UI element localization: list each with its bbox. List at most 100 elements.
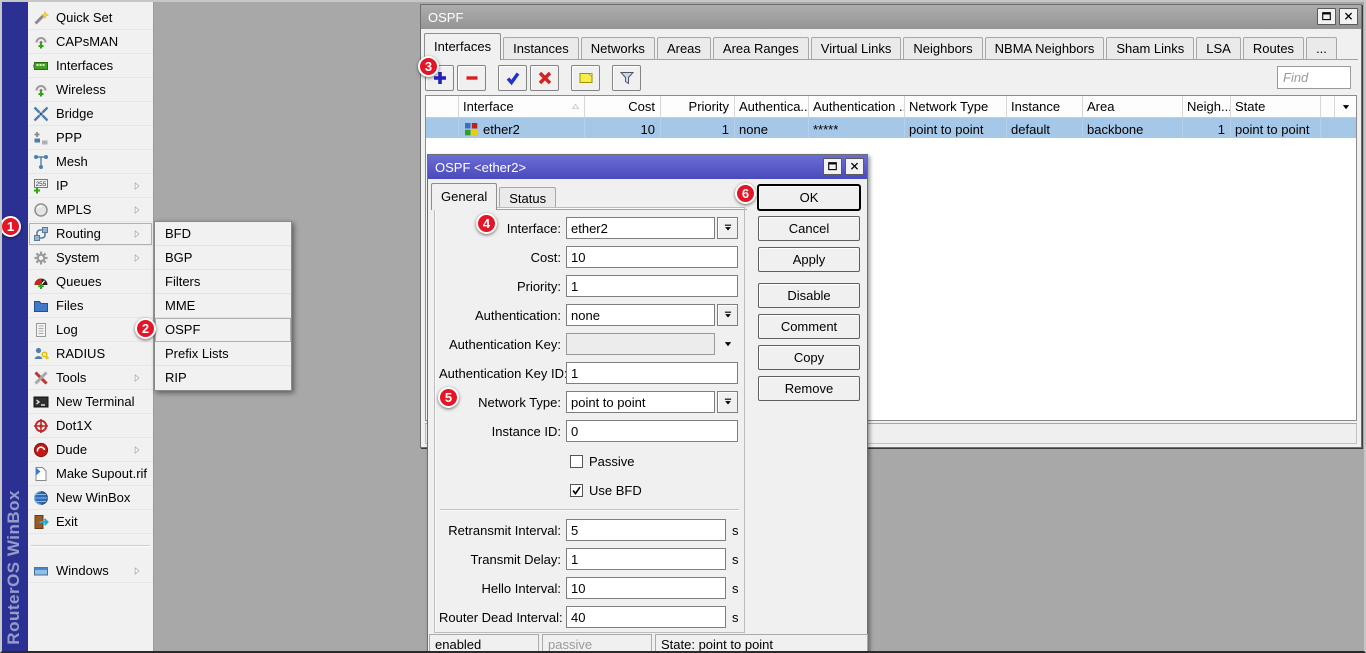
network-type-input[interactable]: [566, 391, 715, 413]
sidebar-item-new-winbox[interactable]: New WinBox: [28, 486, 153, 510]
interface-dropdown-button[interactable]: [717, 217, 738, 239]
authentication-key-id-input[interactable]: [566, 362, 738, 384]
sidebar-item-mesh[interactable]: Mesh: [28, 150, 153, 174]
column-header-state[interactable]: State: [1231, 96, 1321, 117]
tab-lsa[interactable]: LSA: [1196, 37, 1241, 59]
column-header-interface[interactable]: Interface: [459, 96, 585, 117]
dialog-titlebar[interactable]: OSPF <ether2>: [428, 155, 867, 179]
instance-id-input[interactable]: [566, 420, 738, 442]
disable-button[interactable]: Disable: [758, 283, 860, 308]
network-type-dropdown-button[interactable]: [717, 391, 738, 413]
field-label: Authentication Key ID:: [439, 366, 566, 381]
windows-icon: [33, 563, 49, 579]
sidebar-item-make-supout-rif[interactable]: Make Supout.rif: [28, 462, 153, 486]
submenu-item-prefix-lists[interactable]: Prefix Lists: [155, 342, 291, 366]
step-circle-6: 6: [735, 183, 756, 204]
dialog-tab-general[interactable]: General: [431, 183, 497, 210]
table-row[interactable]: ether2101none*****point to pointdefaultb…: [426, 118, 1356, 138]
sidebar-item-interfaces[interactable]: Interfaces: [28, 54, 153, 78]
tab-instances[interactable]: Instances: [503, 37, 579, 59]
row-cell-icon: [426, 118, 459, 138]
sidebar-item-bridge[interactable]: Bridge: [28, 102, 153, 126]
close-button[interactable]: [1339, 8, 1358, 25]
column-header-area[interactable]: Area: [1083, 96, 1183, 117]
column-header-icon[interactable]: [426, 96, 459, 117]
sidebar-item-label: New Terminal: [56, 394, 135, 409]
remove-button[interactable]: [457, 65, 486, 91]
column-header-authentica[interactable]: Authentica...: [735, 96, 809, 117]
filter-button[interactable]: [612, 65, 641, 91]
comment-button[interactable]: Comment: [758, 314, 860, 339]
passive-checkbox[interactable]: [570, 455, 583, 468]
apply-button[interactable]: Apply: [758, 247, 860, 272]
unit-label: s: [732, 610, 739, 625]
submenu-item-ospf[interactable]: OSPF: [155, 318, 291, 342]
tab-networks[interactable]: Networks: [581, 37, 655, 59]
authentication-dropdown-button[interactable]: [717, 304, 738, 326]
sidebar-item-radius[interactable]: RADIUS: [28, 342, 153, 366]
submenu-item-rip[interactable]: RIP: [155, 366, 291, 390]
router-dead-interval-input[interactable]: [566, 606, 726, 628]
authentication-input[interactable]: [566, 304, 715, 326]
dialog-maximize-button[interactable]: [823, 158, 842, 175]
sidebar-item-routing[interactable]: Routing: [28, 222, 153, 246]
find-input[interactable]: [1277, 66, 1351, 89]
sidebar-item-queues[interactable]: Queues: [28, 270, 153, 294]
submenu-item-mme[interactable]: MME: [155, 294, 291, 318]
tab-areas[interactable]: Areas: [657, 37, 711, 59]
column-header-network-type[interactable]: Network Type: [905, 96, 1007, 117]
sidebar-item-windows[interactable]: Windows: [28, 559, 153, 583]
retransmit-interval-input[interactable]: [566, 519, 726, 541]
enable-button[interactable]: [498, 65, 527, 91]
tab-interfaces[interactable]: Interfaces: [424, 33, 501, 60]
authentication-key-input[interactable]: [566, 333, 715, 355]
sidebar-item-dot1x[interactable]: Dot1X: [28, 414, 153, 438]
sidebar-item-new-terminal[interactable]: New Terminal: [28, 390, 153, 414]
remove-button[interactable]: Remove: [758, 376, 860, 401]
sidebar-item-system[interactable]: System: [28, 246, 153, 270]
cost-input[interactable]: [566, 246, 738, 268]
tab-routes[interactable]: Routes: [1243, 37, 1304, 59]
submenu-item-filters[interactable]: Filters: [155, 270, 291, 294]
priority-input[interactable]: [566, 275, 738, 297]
use-bfd-checkbox[interactable]: [570, 484, 583, 497]
maximize-button[interactable]: [1317, 8, 1336, 25]
transmit-delay-input[interactable]: [566, 548, 726, 570]
dialog-tab-status[interactable]: Status: [499, 187, 556, 209]
dialog-close-button[interactable]: [845, 158, 864, 175]
tab-virtual-links[interactable]: Virtual Links: [811, 37, 902, 59]
tab-sham-links[interactable]: Sham Links: [1106, 37, 1194, 59]
sidebar-item-capsman[interactable]: CAPsMAN: [28, 30, 153, 54]
sidebar-item-dude[interactable]: Dude: [28, 438, 153, 462]
cancel-button[interactable]: Cancel: [758, 216, 860, 241]
copy-button[interactable]: Copy: [758, 345, 860, 370]
hello-interval-input[interactable]: [566, 577, 726, 599]
tab-more[interactable]: ...: [1306, 37, 1337, 59]
column-header-neigh[interactable]: Neigh...: [1183, 96, 1231, 117]
column-header-instance[interactable]: Instance: [1007, 96, 1083, 117]
sidebar-item-files[interactable]: Files: [28, 294, 153, 318]
tab-nbma-neighbors[interactable]: NBMA Neighbors: [985, 37, 1105, 59]
column-header-priority[interactable]: Priority: [661, 96, 735, 117]
column-select-button[interactable]: [1334, 96, 1356, 117]
sidebar-item-wireless[interactable]: Wireless: [28, 78, 153, 102]
disable-button[interactable]: [530, 65, 559, 91]
tab-neighbors[interactable]: Neighbors: [903, 37, 982, 59]
ok-button[interactable]: OK: [758, 185, 860, 210]
sidebar-item-mpls[interactable]: MPLS: [28, 198, 153, 222]
submenu-arrow-icon: [132, 180, 142, 192]
sidebar-item-ppp[interactable]: PPP: [28, 126, 153, 150]
ospf-window-titlebar[interactable]: OSPF: [421, 5, 1361, 29]
sidebar-item-tools[interactable]: Tools: [28, 366, 153, 390]
interface-input[interactable]: [566, 217, 715, 239]
sidebar-item-quick-set[interactable]: Quick Set: [28, 6, 153, 30]
comment-button[interactable]: [571, 65, 600, 91]
column-header-cost[interactable]: Cost: [585, 96, 661, 117]
sidebar-item-ip[interactable]: IP: [28, 174, 153, 198]
sidebar-item-exit[interactable]: Exit: [28, 510, 153, 534]
submenu-item-bfd[interactable]: BFD: [155, 222, 291, 246]
authentication-key-dropdown-button[interactable]: [717, 333, 738, 355]
tab-area-ranges[interactable]: Area Ranges: [713, 37, 809, 59]
column-header-authentication[interactable]: Authentication ...: [809, 96, 905, 117]
submenu-item-bgp[interactable]: BGP: [155, 246, 291, 270]
